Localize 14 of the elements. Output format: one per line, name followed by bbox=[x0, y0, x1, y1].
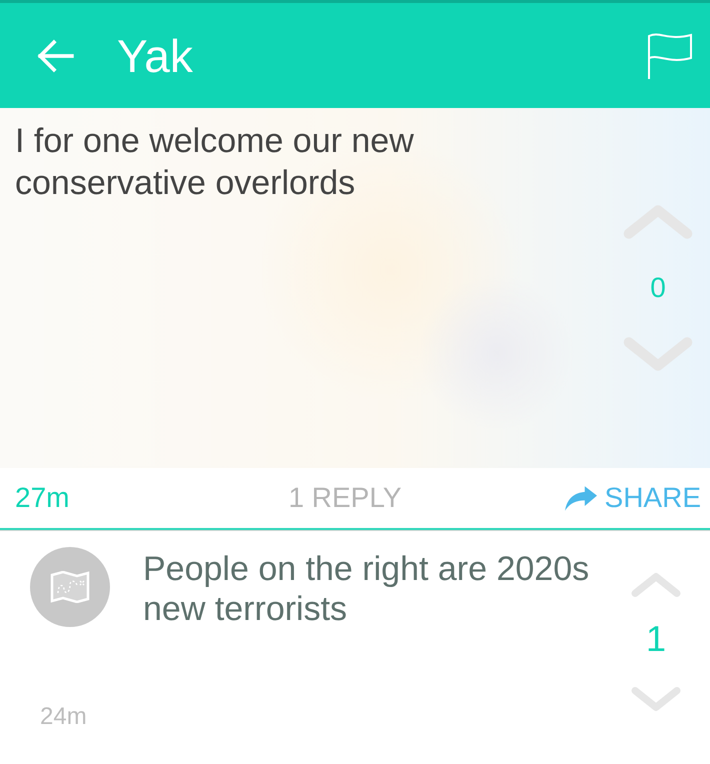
back-icon[interactable] bbox=[36, 38, 74, 72]
vote-count: 0 bbox=[650, 274, 666, 302]
vote-count: 1 bbox=[646, 621, 666, 657]
replies-count[interactable]: 1 REPLY bbox=[288, 484, 402, 512]
downvote-button[interactable] bbox=[631, 685, 681, 713]
reply-time: 24m bbox=[40, 705, 87, 729]
post-text: I for one welcome our new conservative overlords bbox=[15, 121, 415, 204]
upvote-button[interactable] bbox=[631, 571, 681, 599]
screen-title: Yak bbox=[117, 32, 193, 78]
reply-text: People on the right are 2020s new terrorists bbox=[143, 549, 590, 629]
flag-icon[interactable] bbox=[646, 32, 694, 80]
share-button[interactable]: SHARE bbox=[564, 484, 701, 512]
share-arrow-icon bbox=[564, 486, 597, 510]
post-time: 27m bbox=[15, 484, 70, 512]
